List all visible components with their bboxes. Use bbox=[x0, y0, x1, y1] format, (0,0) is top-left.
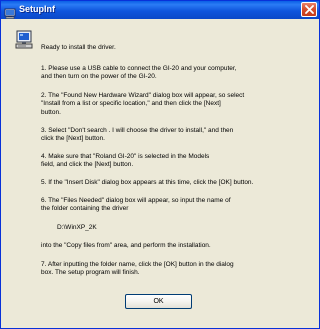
step-6: 6. The "Files Needed" dialog box will ap… bbox=[41, 197, 231, 213]
close-icon bbox=[305, 5, 314, 14]
step-5: 5. If the "Insert Disk" dialog box appea… bbox=[41, 179, 254, 186]
step-7: 7. After inputting the folder name, clic… bbox=[41, 261, 234, 277]
intro-text: Ready to install the driver. bbox=[41, 44, 116, 51]
window-title: SetupInf bbox=[19, 4, 55, 14]
close-button[interactable] bbox=[301, 2, 317, 17]
driver-path: D:\WinXP_2K bbox=[57, 224, 97, 231]
dialog-body: Ready to install the driver. 1. Please u… bbox=[1, 19, 319, 328]
step-1: 1. Please use a USB cable to connect the… bbox=[41, 65, 237, 81]
step-4: 4. Make sure that "Roland GI-20" is sele… bbox=[41, 153, 210, 169]
copy-note: into the "Copy files from" area, and per… bbox=[41, 242, 211, 249]
ok-button[interactable]: OK bbox=[125, 294, 192, 309]
computer-icon bbox=[14, 30, 34, 50]
step-2: 2. The "Found New Hardware Wizard" dialo… bbox=[41, 92, 245, 116]
setup-dialog: SetupInf Ready to install the driver. 1.… bbox=[0, 0, 320, 329]
title-bar[interactable]: SetupInf bbox=[1, 1, 319, 19]
app-icon bbox=[4, 4, 16, 19]
step-3: 3. Select "Don't search . I will choose … bbox=[41, 127, 234, 143]
